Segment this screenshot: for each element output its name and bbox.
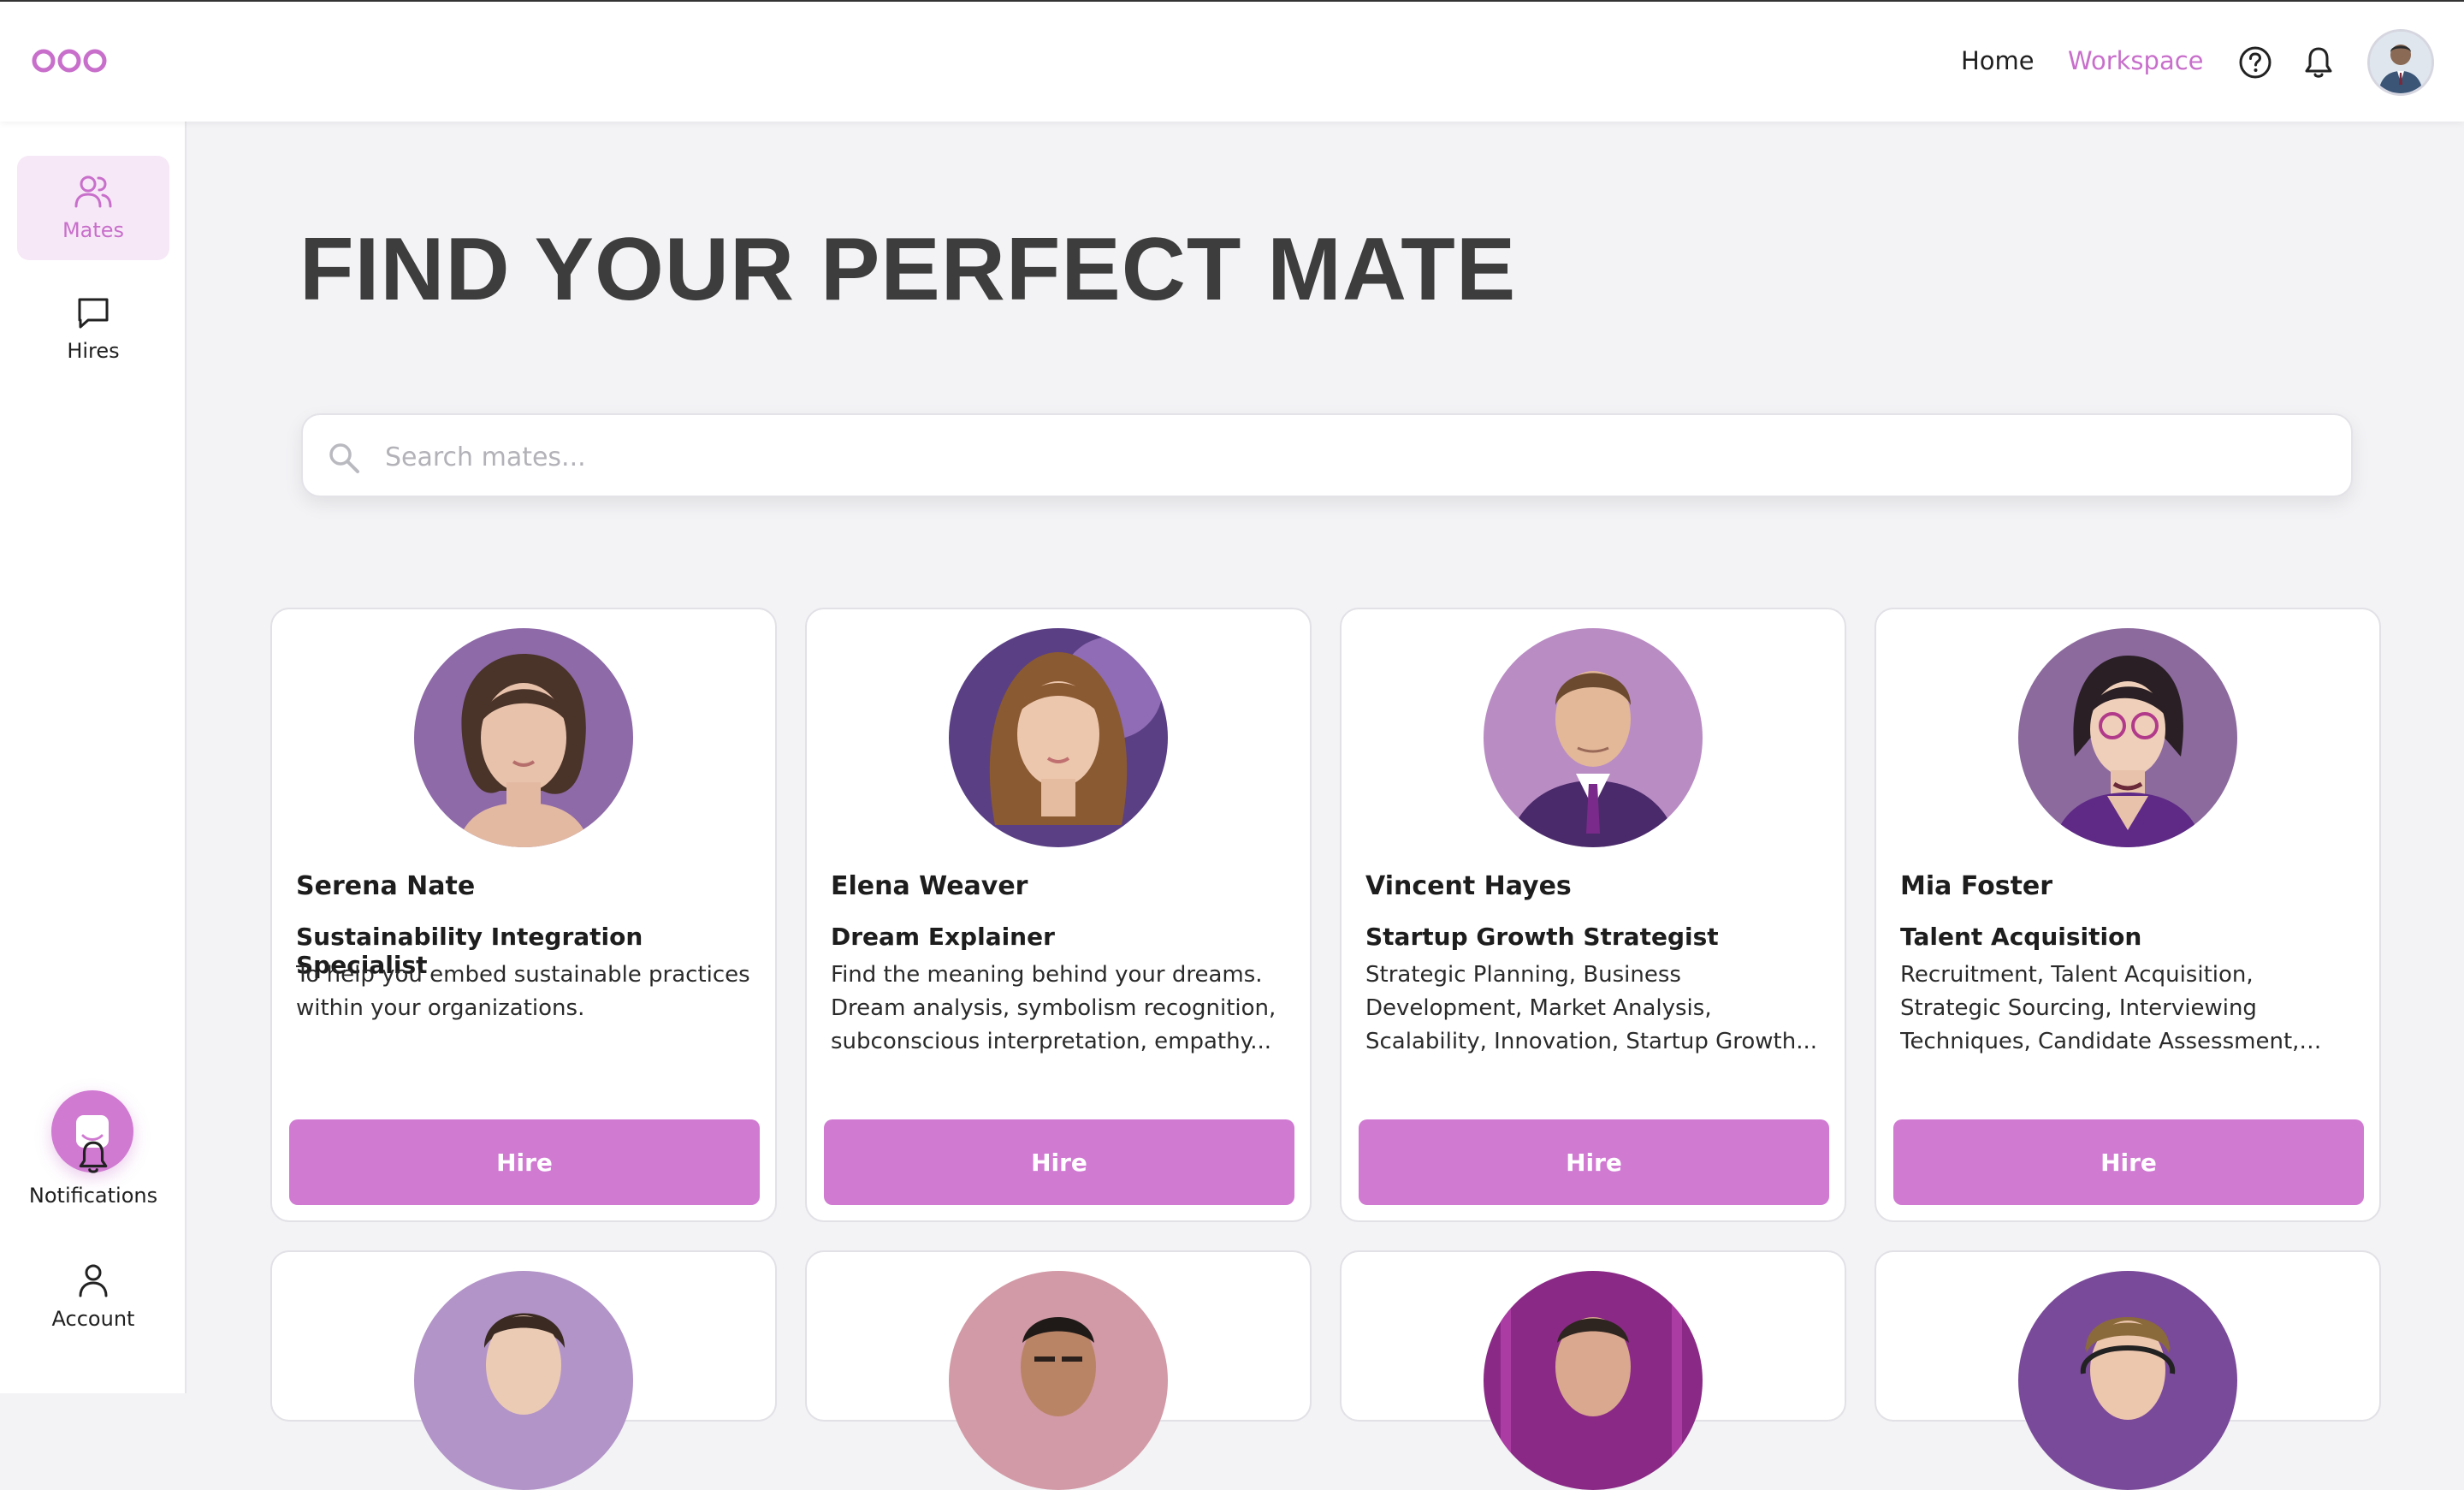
mate-card	[805, 1250, 1312, 1490]
sidebar-item-account[interactable]: Account	[17, 1244, 169, 1349]
mate-card: Elena Weaver Dream Explainer Find the me…	[805, 608, 1312, 1222]
mate-description: To help you embed sustainable practices …	[296, 962, 750, 1021]
mate-photo	[949, 1271, 1168, 1490]
mate-card	[1875, 1250, 2381, 1490]
mate-photo	[414, 1271, 633, 1490]
mate-description: Recruitment, Talent Acquisition, Strateg…	[1900, 962, 2300, 1054]
sidebar-item-label: Mates	[62, 218, 125, 242]
help-icon	[2239, 46, 2272, 79]
sidebar-item-notifications[interactable]: Notifications	[17, 1121, 169, 1226]
sidebar: Mates Hires Notifications Account	[0, 122, 187, 1393]
notifications-button[interactable]	[2300, 44, 2337, 81]
mate-description: Find the meaning behind your dreams. Dre…	[831, 962, 1276, 1054]
mate-description: Strategic Planning, Business Development…	[1365, 962, 1818, 1054]
mate-card	[1340, 1250, 1846, 1490]
search-bar[interactable]	[301, 413, 2353, 497]
mate-card: Mia Foster Talent Acquisition Recruitmen…	[1875, 608, 2381, 1222]
mate-photo	[2018, 628, 2237, 847]
mate-name: Mia Foster	[1900, 871, 2053, 901]
user-icon	[79, 1264, 108, 1297]
sidebar-item-mates[interactable]: Mates	[17, 156, 169, 260]
sidebar-item-label: Notifications	[28, 1184, 158, 1208]
bell-icon	[79, 1141, 108, 1173]
mate-role: Talent Acquisition	[1900, 923, 2142, 951]
logo-icon[interactable]	[31, 46, 108, 75]
mate-photo	[2018, 1271, 2237, 1490]
mate-photo	[414, 628, 633, 847]
mate-photo	[949, 628, 1168, 847]
sidebar-item-label: Hires	[67, 339, 120, 363]
page-title: FIND YOUR PERFECT MATE	[299, 220, 1517, 319]
mate-name: Vincent Hayes	[1365, 871, 1572, 901]
sidebar-item-label: Account	[51, 1307, 135, 1331]
user-avatar[interactable]	[2367, 29, 2434, 96]
mate-photo	[1484, 628, 1703, 847]
sidebar-item-hires[interactable]: Hires	[17, 277, 169, 382]
hire-button[interactable]: Hire	[1893, 1119, 2364, 1205]
hire-button[interactable]: Hire	[1359, 1119, 1829, 1205]
user-avatar-image	[2370, 32, 2431, 93]
mate-card: Vincent Hayes Startup Growth Strategist …	[1340, 608, 1846, 1222]
hire-button[interactable]: Hire	[824, 1119, 1294, 1205]
people-icon	[74, 175, 112, 208]
search-icon	[329, 443, 359, 473]
mate-role: Startup Growth Strategist	[1365, 923, 1719, 951]
mate-card: Serena Nate Sustainability Integration S…	[270, 608, 777, 1222]
mate-name: Elena Weaver	[831, 871, 1028, 901]
search-input[interactable]	[385, 432, 2319, 482]
top-bar: Home Workspace	[0, 0, 2464, 122]
mate-photo	[1484, 1271, 1703, 1490]
chat-bubble-icon	[78, 298, 109, 329]
nav-home-link[interactable]: Home	[1961, 46, 2035, 75]
mate-card	[270, 1250, 777, 1490]
bell-icon	[2305, 47, 2332, 78]
hire-button[interactable]: Hire	[289, 1119, 760, 1205]
nav-workspace-link[interactable]: Workspace	[2068, 46, 2204, 75]
help-button[interactable]	[2236, 44, 2274, 81]
mate-role: Dream Explainer	[831, 923, 1055, 951]
mate-name: Serena Nate	[296, 871, 476, 901]
